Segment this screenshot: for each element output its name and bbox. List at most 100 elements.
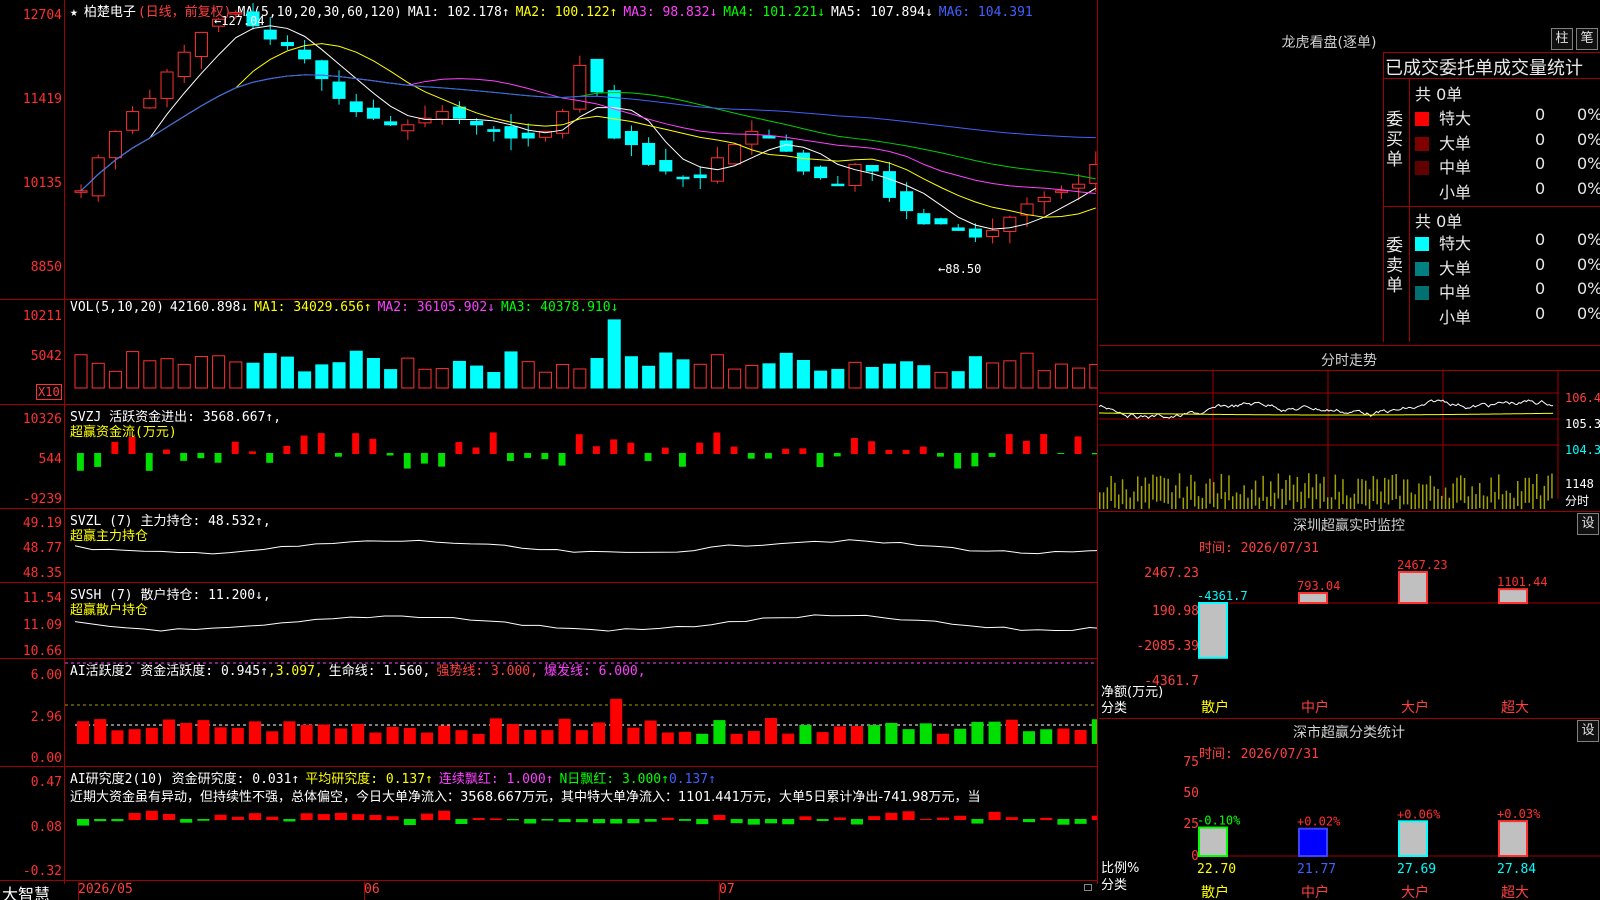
activity-bar xyxy=(197,720,210,744)
flow-bar xyxy=(1057,453,1065,455)
lock-icon[interactable] xyxy=(1084,884,1092,891)
flow-bar xyxy=(1005,434,1013,454)
cls-xlabel: 分类 xyxy=(1101,878,1128,893)
flow-bar xyxy=(455,442,463,454)
candle-body xyxy=(521,132,535,139)
activity-bar xyxy=(507,724,520,744)
research-bar xyxy=(455,819,468,824)
research-bar xyxy=(403,819,416,825)
fund-flow-chart[interactable] xyxy=(65,405,1097,508)
candle-body xyxy=(504,126,518,139)
sz-monitor-chart[interactable]: -4361.7 793.04 2467.23 1101.44 xyxy=(1099,555,1600,695)
tick-view-button[interactable]: 笔 xyxy=(1576,28,1598,50)
activity-bar xyxy=(575,730,588,744)
color-swatch xyxy=(1415,286,1429,300)
volume-bar xyxy=(624,356,638,389)
intraday-volume-bar xyxy=(1494,491,1496,509)
intraday-volume-bar xyxy=(1125,489,1128,509)
activity-bar xyxy=(77,721,90,744)
flow-bar xyxy=(575,434,583,454)
divider xyxy=(1383,52,1600,53)
volume-bar xyxy=(607,319,621,389)
bar-view-button[interactable]: 柱 xyxy=(1551,28,1573,50)
flow-bar xyxy=(747,453,755,459)
intraday-volume-bar xyxy=(1441,495,1443,509)
flow-bar xyxy=(765,453,772,459)
research-bar xyxy=(610,819,623,824)
candle-body xyxy=(366,107,380,119)
y-tick: 10211 xyxy=(22,309,62,324)
research-bar xyxy=(1023,819,1036,823)
intraday-volume-bar xyxy=(1137,476,1139,502)
cls-category: 中户 xyxy=(1301,885,1329,900)
sz-xlabel: 分类 xyxy=(1101,701,1128,716)
research-chart[interactable] xyxy=(65,767,1097,880)
research-bar xyxy=(1040,817,1053,820)
candlestick-chart[interactable] xyxy=(65,0,1097,299)
cls-chart[interactable]: -0.10% 22.70 +0.02% 21.77 +0.06% 27.69 +0.03% 2… xyxy=(1099,760,1600,880)
intraday-volume-bar xyxy=(1448,497,1451,509)
intraday-volume-bar xyxy=(1536,473,1538,499)
candle-body xyxy=(728,144,742,165)
intraday-volume-bar xyxy=(1315,474,1318,500)
activity-bar xyxy=(679,731,692,744)
order-count: 0 xyxy=(1535,154,1546,173)
cls-settings-button[interactable]: 设 xyxy=(1577,720,1599,742)
research-bar xyxy=(249,813,262,820)
intraday-volume-bar xyxy=(1167,478,1169,504)
research-bar xyxy=(1091,815,1097,820)
price-line xyxy=(1099,399,1554,419)
intraday-volume-bar xyxy=(1520,491,1523,509)
intraday-volume-bar xyxy=(1479,483,1481,509)
volume-chart[interactable] xyxy=(65,300,1097,404)
intraday-volume-bar xyxy=(1327,497,1329,509)
buy-total: 共 0单 xyxy=(1415,85,1463,104)
order-percent: 0% xyxy=(1577,230,1600,249)
flow-bar xyxy=(937,453,944,457)
order-count: 0 xyxy=(1535,178,1546,198)
volume-unit: X10 xyxy=(36,384,62,400)
volume-bar xyxy=(401,357,415,389)
research-bar xyxy=(954,815,967,820)
volume-bar xyxy=(143,360,157,389)
intraday-tick: 1148 xyxy=(1565,477,1594,491)
order-percent: 0% xyxy=(1577,129,1600,149)
research-bar xyxy=(593,819,606,824)
chart-area[interactable]: ★ 柏楚电子 (日线，前复权) MA(5,10,20,30,60,120) MA1: 1… xyxy=(0,0,1098,900)
candle-body xyxy=(831,183,845,187)
activity-bar xyxy=(644,720,657,744)
order-count: 0 xyxy=(1535,303,1546,323)
activity-chart[interactable] xyxy=(65,659,1097,766)
activity-bar xyxy=(1005,719,1018,744)
retail-chart[interactable] xyxy=(65,583,1097,658)
order-type: 特大 xyxy=(1439,234,1472,253)
sz-settings-button[interactable]: 设 xyxy=(1577,513,1599,535)
flow-bar xyxy=(489,432,497,454)
activity-bar xyxy=(335,728,348,744)
research-bar xyxy=(885,812,898,820)
intraday-volume-bar xyxy=(1422,484,1424,509)
order-type: 中单 xyxy=(1439,283,1472,302)
research-bar xyxy=(541,819,554,821)
volume-bar xyxy=(796,359,810,389)
flow-bar xyxy=(696,442,704,454)
candle-body xyxy=(126,111,140,131)
order-count: 0 xyxy=(1535,254,1546,274)
y-tick: 48.35 xyxy=(22,566,62,581)
volume-bar xyxy=(848,361,862,389)
intraday-volume-bar xyxy=(1235,492,1238,509)
candle-body xyxy=(452,106,466,119)
flow-bar xyxy=(163,449,170,454)
intraday-chart[interactable] xyxy=(1099,371,1600,509)
flow-bar xyxy=(661,447,669,454)
intraday-volume-bar xyxy=(1505,490,1508,509)
order-percent: 0% xyxy=(1577,303,1600,323)
candle-body xyxy=(143,97,157,109)
main-force-chart[interactable] xyxy=(65,509,1097,582)
volume-bar xyxy=(556,363,570,389)
color-swatch xyxy=(1415,112,1429,126)
candle-body xyxy=(435,111,449,120)
y-tick: 0.47 xyxy=(30,775,62,790)
intraday-volume-bar xyxy=(1308,473,1310,499)
intraday-volume-bar xyxy=(1365,480,1367,506)
